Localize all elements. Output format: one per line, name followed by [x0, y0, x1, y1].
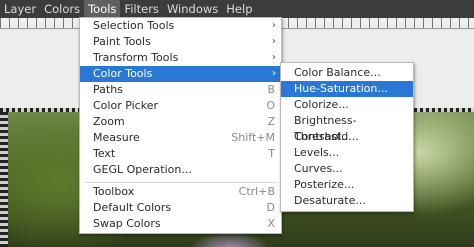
menu-item-label: Levels... [294, 146, 340, 159]
menu-item-label: Posterize... [294, 178, 355, 191]
menu-item-color-tools[interactable]: Color Tools › [80, 66, 281, 82]
color-tools-submenu: Color Balance... Hue-Saturation... Color… [280, 62, 414, 212]
menu-item-label: GEGL Operation... [93, 163, 192, 176]
menu-item-label: Threshold... [294, 130, 359, 143]
menu-item-gegl-operation[interactable]: GEGL Operation... [80, 162, 281, 178]
shortcut-label: X [267, 217, 275, 230]
shortcut-label: D [266, 201, 275, 214]
menu-item-swap-colors[interactable]: Swap Colors X [80, 216, 281, 232]
menu-item-label: Curves... [294, 162, 343, 175]
menu-windows[interactable]: Windows [163, 0, 222, 18]
menu-item-label: Paths [93, 83, 123, 96]
menu-item-label: Transform Tools [93, 51, 179, 64]
submenu-arrow-icon: › [272, 52, 276, 63]
menubar: Layer Colors Tools Filters Windows Help [0, 0, 474, 18]
menu-colors[interactable]: Colors [40, 0, 84, 18]
menu-filters[interactable]: Filters [120, 0, 162, 18]
menu-item-text[interactable]: Text T [80, 146, 281, 162]
shortcut-label: T [268, 147, 275, 160]
menu-item-label: Default Colors [93, 201, 172, 214]
menu-item-label: Paint Tools [93, 35, 151, 48]
menu-item-threshold[interactable]: Threshold... [281, 129, 413, 145]
menu-item-color-balance[interactable]: Color Balance... [281, 65, 413, 81]
menu-layer[interactable]: Layer [0, 0, 40, 18]
menu-item-color-picker[interactable]: Color Picker O [80, 98, 281, 114]
submenu-arrow-icon: › [272, 20, 276, 31]
menu-item-zoom[interactable]: Zoom Z [80, 114, 281, 130]
menu-item-default-colors[interactable]: Default Colors D [80, 200, 281, 216]
shortcut-label: B [267, 83, 275, 96]
submenu-arrow-icon: › [272, 68, 276, 79]
menu-item-label: Color Balance... [294, 66, 381, 79]
menu-item-label: Measure [93, 131, 140, 144]
shortcut-label: Z [267, 115, 275, 128]
menu-item-colorize[interactable]: Colorize... [281, 97, 413, 113]
shortcut-label: Ctrl+B [238, 185, 275, 198]
menu-help[interactable]: Help [222, 0, 256, 18]
shortcut-label: O [266, 99, 275, 112]
menu-item-levels[interactable]: Levels... [281, 145, 413, 161]
menu-item-measure[interactable]: Measure Shift+M [80, 130, 281, 146]
menu-item-hue-saturation[interactable]: Hue-Saturation... [281, 81, 413, 97]
menu-item-selection-tools[interactable]: Selection Tools › [80, 18, 281, 34]
menu-tools[interactable]: Tools [84, 0, 121, 18]
menu-item-paths[interactable]: Paths B [80, 82, 281, 98]
menu-item-posterize[interactable]: Posterize... [281, 177, 413, 193]
menu-item-toolbox[interactable]: Toolbox Ctrl+B [80, 184, 281, 200]
menu-item-label: Colorize... [294, 98, 349, 111]
menu-item-label: Toolbox [93, 185, 135, 198]
tools-menu: Selection Tools › Paint Tools › Transfor… [79, 17, 282, 234]
menu-item-label: Selection Tools [93, 19, 175, 32]
menu-item-label: Zoom [93, 115, 125, 128]
menu-item-label: Swap Colors [93, 217, 161, 230]
menu-item-curves[interactable]: Curves... [281, 161, 413, 177]
menu-item-desaturate[interactable]: Desaturate... [281, 193, 413, 209]
submenu-arrow-icon: › [272, 36, 276, 47]
menu-item-label: Color Picker [93, 99, 158, 112]
menu-item-transform-tools[interactable]: Transform Tools › [80, 50, 281, 66]
menu-item-label: Hue-Saturation... [294, 82, 388, 95]
menu-separator [84, 182, 277, 183]
canvas-left-border [0, 112, 8, 247]
menu-item-paint-tools[interactable]: Paint Tools › [80, 34, 281, 50]
menu-item-label: Desaturate... [294, 194, 366, 207]
menu-item-label: Color Tools [93, 67, 153, 80]
shortcut-label: Shift+M [231, 131, 275, 144]
menu-item-brightness-contrast[interactable]: Brightness-Contrast... [281, 113, 413, 143]
menu-item-label: Text [93, 147, 116, 160]
